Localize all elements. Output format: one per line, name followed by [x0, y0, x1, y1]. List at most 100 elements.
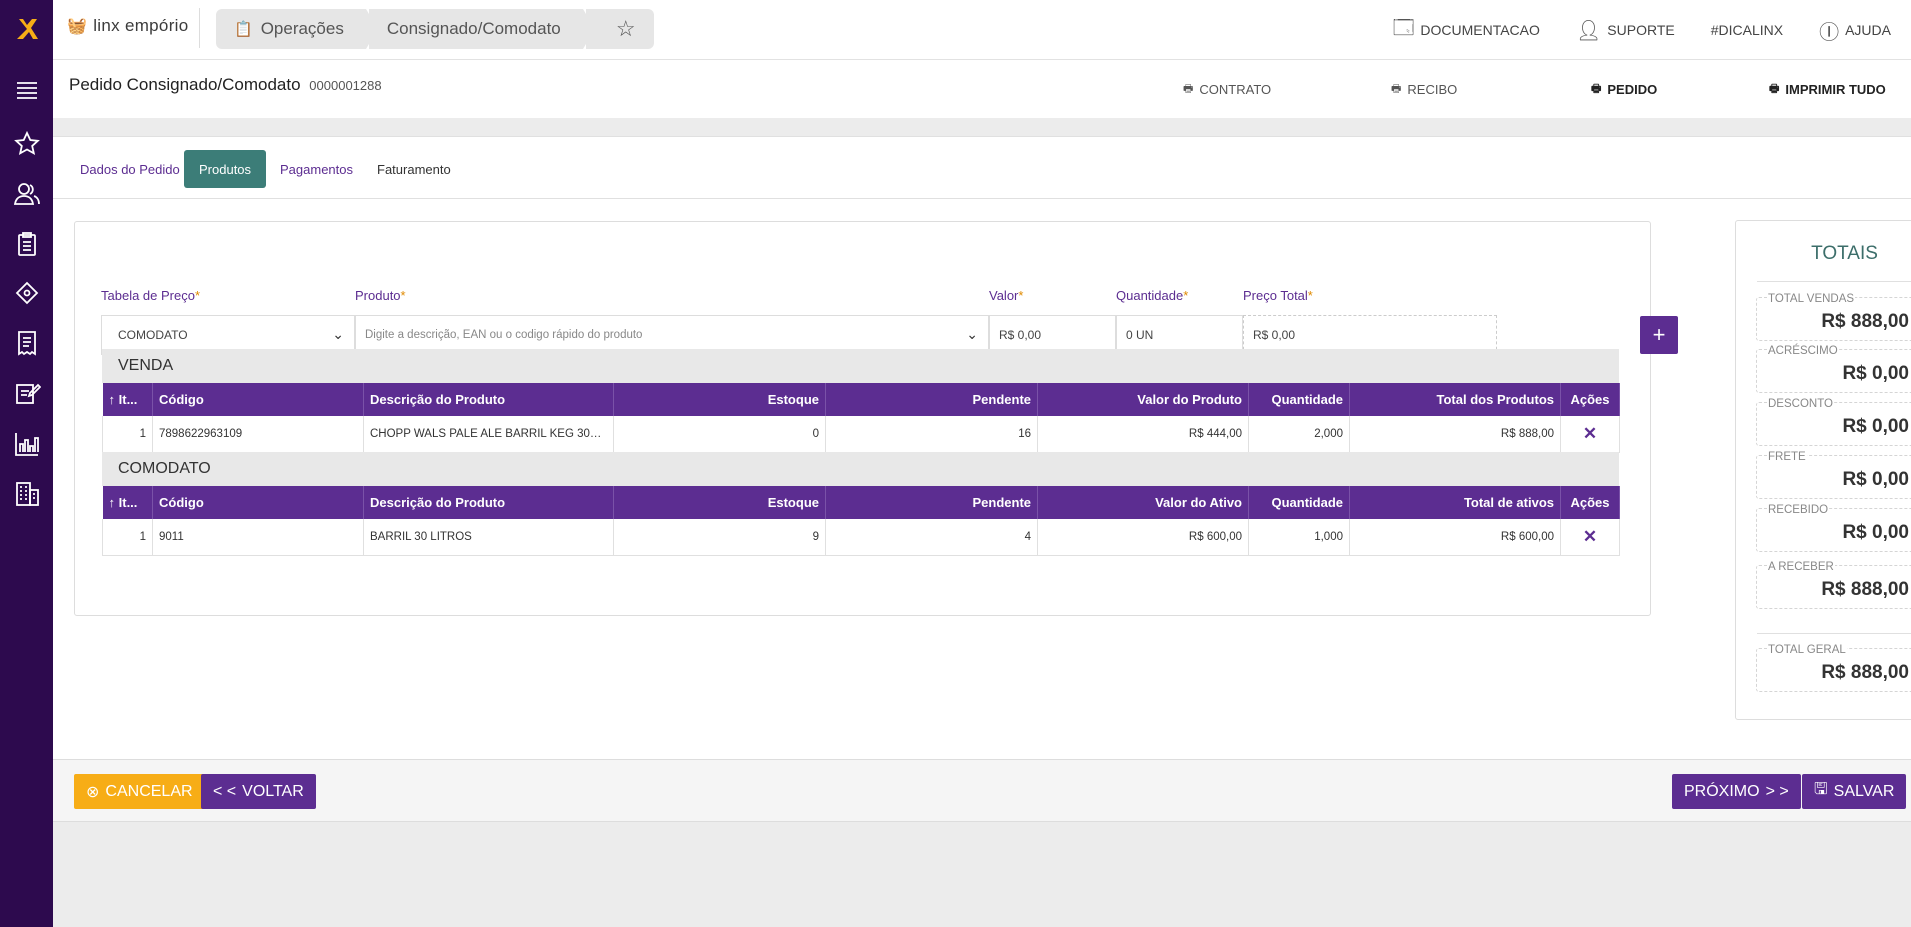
tag-icon[interactable]: [12, 278, 42, 308]
col-estoque-header[interactable]: Estoque: [613, 383, 826, 416]
recebido-box: RECEBIDO R$ 0,00: [1756, 504, 1911, 552]
print-all-button[interactable]: 🖶︎ IMPRIMIR TUDO: [1769, 80, 1886, 99]
cell-estoque: 0: [613, 416, 826, 453]
page-title: Pedido Consignado/Comodato 0000001288: [69, 75, 382, 95]
back-label: VOLTAR: [242, 782, 304, 800]
tab-dados-do-pedido[interactable]: Dados do Pedido: [65, 150, 195, 188]
col-pendente-header[interactable]: Pendente: [825, 486, 1038, 519]
favorites-star-icon[interactable]: [12, 129, 42, 159]
menu-list-icon[interactable]: [12, 76, 42, 106]
desconto-value: R$ 0,00: [1842, 416, 1909, 437]
col-codigo-header[interactable]: Código: [152, 383, 364, 416]
print-contrato-button[interactable]: 🖶︎ CONTRATO: [1183, 80, 1271, 99]
col-descricao-header[interactable]: Descrição do Produto: [363, 486, 614, 519]
suporte-link[interactable]: 👤︎ SUPORTE: [1576, 18, 1675, 43]
comodato-section-title: COMODATO: [102, 452, 1619, 486]
next-button[interactable]: PRÓXIMO > >: [1672, 774, 1801, 809]
totals-title: TOTAIS: [1811, 243, 1878, 264]
cell-acoes: ✕: [1560, 416, 1620, 453]
col-valor-ativo-header[interactable]: Valor do Ativo: [1037, 486, 1249, 519]
valor-label: Valor*: [989, 288, 1024, 303]
recibo-label: RECIBO: [1407, 82, 1458, 97]
col-codigo-header[interactable]: Código: [152, 486, 364, 519]
imprimir-tudo-label: IMPRIMIR TUDO: [1785, 82, 1886, 97]
top-links: 🗔 DOCUMENTACAO 👤︎ SUPORTE #DICALINX ⓘ AJ…: [1393, 0, 1911, 60]
bottom-action-bar: ⊗ CANCELAR < < VOLTAR PRÓXIMO > > 🖫︎ SAL…: [53, 759, 1911, 822]
documentacao-link[interactable]: 🗔 DOCUMENTACAO: [1393, 13, 1540, 47]
a-receber-value: R$ 888,00: [1821, 579, 1909, 600]
col-valor-header[interactable]: Valor do Produto: [1037, 383, 1249, 416]
desconto-label: DESCONTO: [1767, 398, 1834, 410]
edit-document-icon[interactable]: [12, 378, 42, 408]
preco-total-label: Preço Total*: [1243, 288, 1313, 303]
breadcrumb: 📋 Operações Consignado/Comodato ☆: [216, 9, 654, 49]
cell-estoque: 9: [613, 519, 826, 556]
breadcrumb-item-consignado[interactable]: Consignado/Comodato: [369, 9, 595, 49]
main-content: Tabela de Preço* Produto* Valor* Quantid…: [53, 199, 1911, 759]
clipboard-icon[interactable]: [12, 229, 42, 259]
delete-x-icon[interactable]: ✕: [1583, 424, 1597, 443]
sort-up-icon: ↑: [108, 392, 116, 407]
reports-chart-icon[interactable]: [12, 429, 42, 459]
sort-up-icon: ↑: [108, 495, 116, 510]
col-item-header[interactable]: ↑ It...: [102, 486, 153, 519]
favorite-star-button[interactable]: ☆: [586, 9, 654, 49]
cell-codigo: 7898622963109: [152, 416, 364, 453]
col-pendente-header[interactable]: Pendente: [825, 383, 1038, 416]
col-acoes-header: Ações: [1560, 486, 1620, 519]
print-recibo-button[interactable]: 🖶︎ RECIBO: [1391, 80, 1457, 99]
table-row[interactable]: 1 9011 BARRIL 30 LITROS 9 4 R$ 600,00 1,…: [102, 519, 1620, 556]
col-item-header[interactable]: ↑ It...: [102, 383, 153, 416]
table-row[interactable]: 1 7898622963109 CHOPP WALS PALE ALE BARR…: [102, 416, 1620, 453]
desconto-box: DESCONTO R$ 0,00: [1756, 398, 1911, 446]
save-button[interactable]: 🖫︎ SALVAR: [1802, 774, 1907, 809]
users-icon[interactable]: [12, 179, 42, 209]
col-estoque-header[interactable]: Estoque: [613, 486, 826, 519]
storefront-icon: 🗔: [1392, 17, 1415, 39]
cancel-button[interactable]: ⊗ CANCELAR: [74, 774, 205, 809]
cell-descricao: BARRIL 30 LITROS: [363, 519, 614, 556]
quantidade-label: Quantidade*: [1116, 288, 1189, 303]
add-product-button[interactable]: +: [1640, 316, 1678, 354]
suporte-label: SUPORTE: [1607, 22, 1675, 38]
col-quantidade-header[interactable]: Quantidade: [1248, 486, 1350, 519]
brand-logo[interactable]: 🧺 linx empório: [67, 16, 188, 36]
linx-logo-icon[interactable]: [13, 16, 41, 42]
buildings-icon[interactable]: [12, 479, 42, 509]
tabela-preco-value: COMODATO: [118, 328, 188, 342]
total-geral-box: TOTAL GERAL R$ 888,00: [1756, 644, 1911, 692]
frete-value: R$ 0,00: [1842, 469, 1909, 490]
cell-quantidade: 2,000: [1248, 416, 1350, 453]
tab-produtos[interactable]: Produtos: [184, 150, 267, 188]
next-label: PRÓXIMO: [1684, 782, 1760, 800]
divider: [1757, 633, 1911, 634]
col-total-ativos-header[interactable]: Total de ativos: [1349, 486, 1561, 519]
col-quantidade-header[interactable]: Quantidade: [1248, 383, 1350, 416]
breadcrumb-item-operacoes[interactable]: 📋 Operações: [216, 9, 378, 49]
cell-item: 1: [102, 519, 153, 556]
double-chevron-left-icon: < <: [213, 782, 237, 800]
receipt-icon[interactable]: [12, 328, 42, 358]
tab-pagamentos[interactable]: Pagamentos: [265, 150, 368, 188]
dicalinx-label: #DICALINX: [1710, 22, 1784, 38]
cell-total: R$ 600,00: [1349, 519, 1561, 556]
recebido-value: R$ 0,00: [1842, 522, 1909, 543]
delete-x-icon[interactable]: ✕: [1583, 527, 1597, 546]
help-icon: ⓘ: [1819, 21, 1840, 44]
tab-faturamento[interactable]: Faturamento: [362, 150, 466, 188]
ajuda-link[interactable]: ⓘ AJUDA: [1819, 16, 1891, 45]
frete-label: FRETE: [1767, 451, 1807, 463]
cancel-circle-icon: ⊗: [86, 783, 100, 801]
dicalinx-link[interactable]: #DICALINX: [1711, 22, 1783, 38]
documentacao-label: DOCUMENTACAO: [1420, 22, 1540, 38]
products-card: Tabela de Preço* Produto* Valor* Quantid…: [74, 221, 1678, 616]
comodato-table: ↑ It... Código Descrição do Produto Esto…: [102, 486, 1620, 556]
print-pedido-button[interactable]: 🖶︎ PEDIDO: [1591, 80, 1657, 99]
col-descricao-header[interactable]: Descrição do Produto: [363, 383, 614, 416]
breadcrumb-label: Consignado/Comodato: [386, 19, 561, 38]
valor-value: R$ 0,00: [999, 328, 1042, 342]
printer-icon: 🖶︎: [1183, 83, 1194, 95]
ajuda-label: AJUDA: [1845, 22, 1891, 38]
back-button[interactable]: < < VOLTAR: [201, 774, 316, 809]
col-total-header[interactable]: Total dos Produtos: [1349, 383, 1561, 416]
